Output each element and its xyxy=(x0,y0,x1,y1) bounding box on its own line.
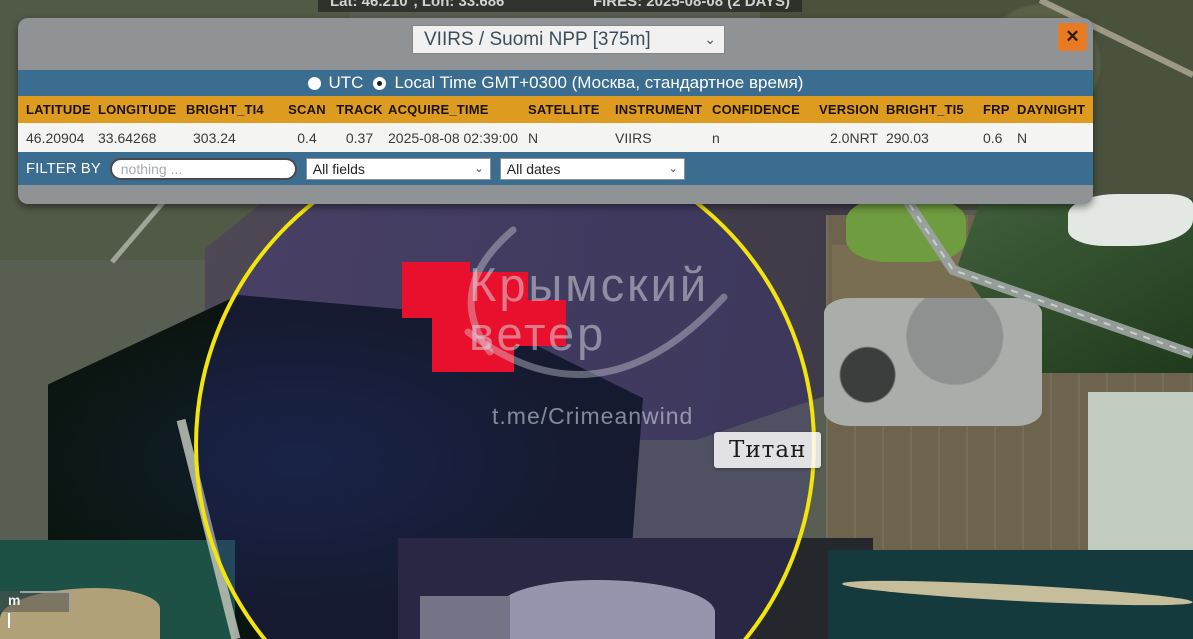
col-acquire-time: ACQUIRE_TIME xyxy=(386,102,526,117)
col-bright-ti5: BRIGHT_TI5 xyxy=(884,102,981,117)
col-latitude: LATITUDE xyxy=(24,102,96,117)
filter-fields-select[interactable]: All fields ⌄ xyxy=(306,158,491,180)
col-instrument: INSTRUMENT xyxy=(613,102,710,117)
cell-daynight: N xyxy=(1015,130,1087,146)
local-time-radio[interactable] xyxy=(373,77,386,90)
col-satellite: SATELLITE xyxy=(526,102,613,117)
chevron-down-icon: ⌄ xyxy=(475,162,484,175)
top-info-bar: Lat: 46.210°, Lon: 33.686 FIRES: 2025-08… xyxy=(318,0,802,12)
table-header-row: LATITUDE LONGITUDE BRIGHT_TI4 SCAN TRACK… xyxy=(18,96,1093,123)
utc-radio[interactable] xyxy=(308,77,321,90)
cell-scan: 0.4 xyxy=(281,130,331,146)
watermark-line2: ветер xyxy=(469,306,606,361)
col-frp: FRP xyxy=(981,102,1015,117)
map-region-plant-buildings xyxy=(824,298,1042,426)
col-track: TRACK xyxy=(331,102,386,117)
cell-version: 2.0NRT xyxy=(817,130,884,146)
filter-fields-value: All fields xyxy=(313,161,365,177)
cell-track: 0.37 xyxy=(331,130,386,146)
filter-bar: FILTER BY All fields ⌄ All dates ⌄ xyxy=(18,152,1093,185)
map-scale-control: m xyxy=(0,591,71,612)
time-mode-bar: UTC Local Time GMT+0300 (Москва, стандар… xyxy=(18,70,1093,96)
col-longitude: LONGITUDE xyxy=(96,102,184,117)
col-bright-ti4: BRIGHT_TI4 xyxy=(184,102,281,117)
watermark-line1: Крымский xyxy=(469,257,709,312)
watermark-handle: t.me/Crimeanwind xyxy=(492,403,693,430)
close-button[interactable]: ✕ xyxy=(1058,23,1087,51)
map-region-gray-patch xyxy=(420,596,510,639)
filter-dates-select[interactable]: All dates ⌄ xyxy=(500,158,685,180)
col-version: VERSION xyxy=(817,102,884,117)
cell-longitude: 33.64268 xyxy=(96,130,184,146)
close-icon: ✕ xyxy=(1065,27,1079,47)
panel-header: VIIRS / Suomi NPP [375m] ⌄ ✕ xyxy=(18,18,1093,70)
fires-date-range: FIRES: 2025-08-08 (2 DAYS) xyxy=(593,0,790,11)
cell-bright-ti5: 290.03 xyxy=(884,130,981,146)
cell-latitude: 46.20904 xyxy=(24,130,96,146)
table-row[interactable]: 46.20904 33.64268 303.24 0.4 0.37 2025-0… xyxy=(18,123,1093,152)
cell-confidence: n xyxy=(710,130,817,146)
sensor-source-select[interactable]: VIIRS / Suomi NPP [375m] ⌄ xyxy=(412,25,725,54)
filter-text-input[interactable] xyxy=(110,158,297,180)
local-time-radio-label: Local Time GMT+0300 (Москва, стандартное… xyxy=(394,73,803,93)
cursor-coordinates: Lat: 46.210°, Lon: 33.686 xyxy=(330,0,504,11)
utc-radio-label: UTC xyxy=(329,73,364,93)
place-label-titan: Титан xyxy=(714,432,821,468)
filter-dates-value: All dates xyxy=(507,161,561,177)
fire-data-panel: VIIRS / Suomi NPP [375m] ⌄ ✕ UTC Local T… xyxy=(18,18,1093,204)
cell-bright-ti4: 303.24 xyxy=(184,130,281,146)
map-region-evaporation-ponds xyxy=(1088,392,1193,562)
cell-satellite: N xyxy=(526,130,613,146)
scale-unit-label: m xyxy=(8,592,20,608)
screen: Крымский ветер t.me/Crimeanwind Титан m … xyxy=(0,0,1193,639)
map-region-green-pond xyxy=(846,198,966,262)
sensor-source-value: VIIRS / Suomi NPP [375m] xyxy=(424,29,651,51)
col-scan: SCAN xyxy=(281,102,331,117)
local-time-radio-group[interactable]: Local Time GMT+0300 (Москва, стандартное… xyxy=(373,73,803,93)
col-confidence: CONFIDENCE xyxy=(710,102,817,117)
chevron-down-icon: ⌄ xyxy=(704,31,716,48)
filter-by-label: FILTER BY xyxy=(26,160,101,177)
cell-acquire-time: 2025-08-08 02:39:00 xyxy=(386,130,526,146)
chevron-down-icon: ⌄ xyxy=(669,162,678,175)
cell-frp: 0.6 xyxy=(981,130,1015,146)
utc-radio-group[interactable]: UTC xyxy=(308,73,364,93)
col-daynight: DAYNIGHT xyxy=(1015,102,1087,117)
cell-instrument: VIIRS xyxy=(613,130,710,146)
